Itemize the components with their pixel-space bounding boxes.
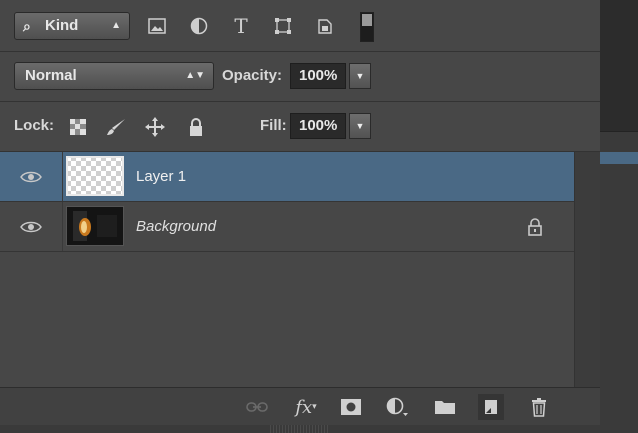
resize-grip[interactable]	[270, 425, 330, 433]
adjacent-panel-top	[600, 0, 638, 132]
layer-lock-icon	[524, 216, 546, 238]
blend-row: Normal ▲▼ Opacity: 100% ▼	[0, 52, 600, 102]
adjustment-filter-icon[interactable]	[186, 13, 212, 39]
filter-kind-select[interactable]: ⌕ Kind ▲	[14, 12, 130, 40]
layers-footer: fx ▾	[0, 387, 600, 425]
layers-scrollbar[interactable]	[574, 152, 600, 387]
lock-label: Lock:	[14, 117, 55, 134]
fx-icon[interactable]: fx ▾	[293, 394, 319, 420]
adjacent-panel-divider	[600, 131, 638, 132]
smart-object-filter-icon[interactable]	[312, 13, 338, 39]
lock-transparent-pixels-icon[interactable]	[66, 114, 90, 140]
layers-panel: ⌕ Kind ▲ T Normal ▲▼ Opacity: 100% ▼ Loc…	[0, 0, 600, 433]
adjustment-layer-icon[interactable]	[384, 394, 410, 420]
add-mask-icon[interactable]	[338, 394, 364, 420]
layer-thumbnail[interactable]	[66, 156, 124, 196]
fill-dropdown-button[interactable]: ▼	[349, 113, 371, 139]
link-layers-icon[interactable]	[244, 394, 270, 420]
layers-list: Layer 1 Background	[0, 152, 574, 387]
filter-row: ⌕ Kind ▲ T	[0, 0, 600, 52]
blend-mode-label: Normal	[25, 67, 77, 84]
filter-toggle-switch[interactable]	[360, 12, 374, 42]
opacity-label: Opacity:	[222, 67, 283, 84]
lock-image-pixels-icon[interactable]	[104, 114, 128, 140]
search-icon: ⌕	[23, 18, 31, 34]
filter-kind-label: Kind	[45, 17, 79, 34]
shape-filter-icon[interactable]	[270, 13, 296, 39]
layer-thumbnail[interactable]	[66, 206, 124, 246]
blend-mode-select[interactable]: Normal ▲▼	[14, 62, 214, 90]
lock-position-icon[interactable]	[143, 114, 167, 140]
layer-name[interactable]: Layer 1	[136, 152, 186, 202]
trash-icon[interactable]	[526, 394, 552, 420]
chevron-updown-icon: ▲	[111, 20, 121, 31]
type-filter-icon[interactable]: T	[228, 13, 254, 39]
visibility-eye-icon[interactable]	[0, 152, 63, 201]
opacity-input[interactable]: 100%	[290, 63, 346, 89]
adjacent-panel-selection	[600, 152, 638, 164]
opacity-dropdown-button[interactable]: ▼	[349, 63, 371, 89]
adjacent-panel	[600, 0, 638, 433]
fill-input[interactable]: 100%	[290, 113, 346, 139]
chevron-updown-icon: ▲▼	[185, 70, 205, 81]
visibility-eye-icon[interactable]	[0, 202, 63, 251]
new-layer-icon[interactable]	[478, 394, 504, 420]
layer-row[interactable]: Background	[0, 202, 574, 252]
layer-name[interactable]: Background	[136, 202, 216, 252]
image-filter-icon[interactable]	[144, 13, 170, 39]
layer-row[interactable]: Layer 1	[0, 152, 574, 202]
fill-label: Fill:	[260, 117, 287, 134]
lock-all-icon[interactable]	[184, 114, 208, 140]
new-group-icon[interactable]	[432, 394, 458, 420]
toggle-knob	[362, 14, 372, 26]
